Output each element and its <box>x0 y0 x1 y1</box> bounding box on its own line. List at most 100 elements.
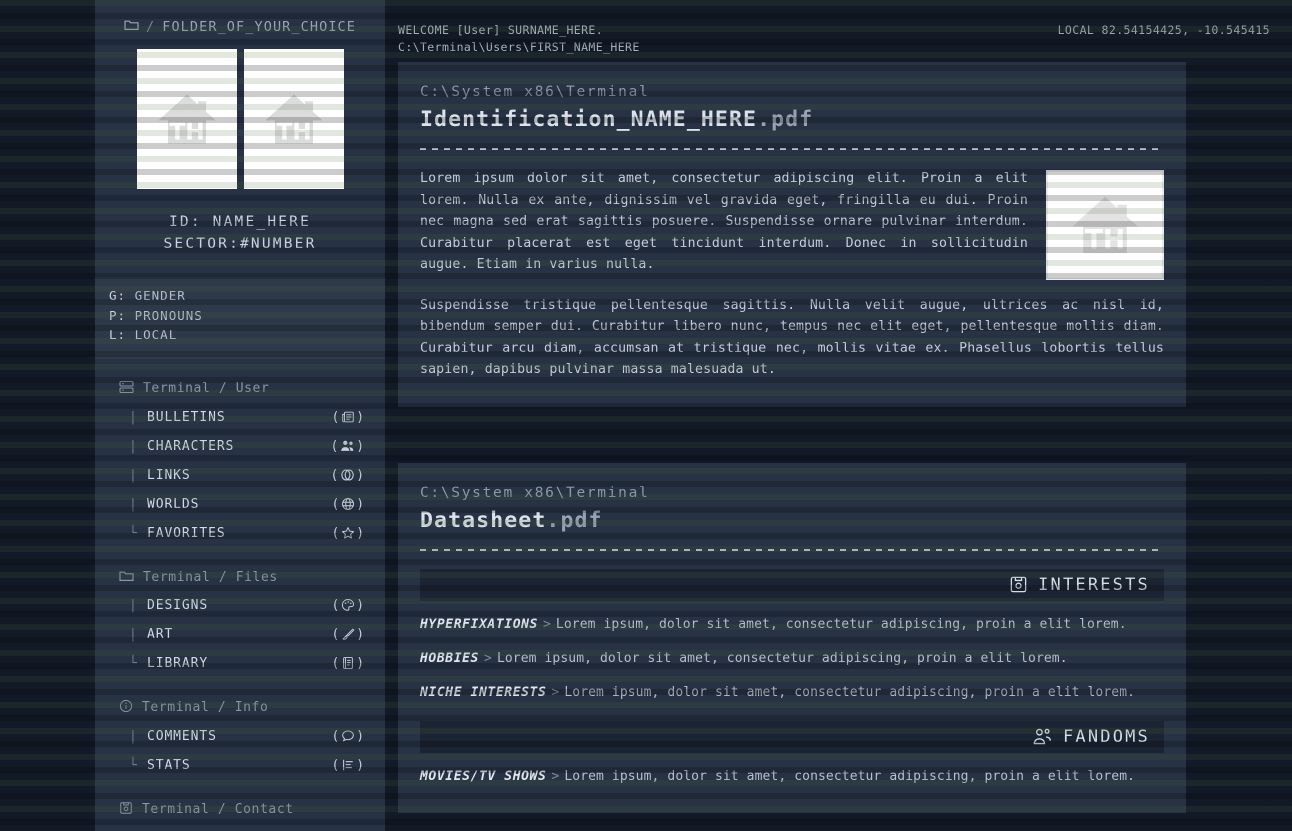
field-value: Lorem ipsum, dolor sit amet, consectetur… <box>564 768 1136 784</box>
tree-tick: └ <box>129 525 138 541</box>
avatar-row: TH TH <box>95 49 385 189</box>
floppy-icon <box>1009 575 1028 594</box>
sidebar-item-art[interactable]: | ART () <box>95 620 385 649</box>
nav-group-title: Terminal / Info <box>142 700 269 715</box>
server-icon <box>119 380 134 398</box>
sidebar-item-worlds[interactable]: | WORLDS () <box>95 490 385 519</box>
card-path: C:\System x86\Terminal <box>420 484 650 501</box>
nav-group-contact: Terminal / Contact | MESSAGE () | SUBSCR… <box>95 796 385 831</box>
document-thumbnail[interactable]: TH <box>1046 170 1164 280</box>
meta-block: G: GENDER P: PRONOUNS L: LOCAL <box>95 277 385 359</box>
paragraph: Suspendisse tristique pellentesque sagit… <box>420 297 1164 378</box>
field-key: MOVIES/TV SHOWS <box>420 768 547 784</box>
card-title: Datasheet.pdf <box>420 508 1164 533</box>
svg-text:TH: TH <box>1085 224 1125 255</box>
avatar[interactable]: TH <box>136 49 237 189</box>
card-title-name: Identification_NAME_HERE <box>420 107 758 132</box>
meta-row: L: LOCAL <box>109 325 385 345</box>
local-coordinates: LOCAL 82.54154425, -10.545415 <box>1057 23 1270 37</box>
sidebar-item-comments[interactable]: | COMMENTS () <box>95 722 385 751</box>
comment-icon: () <box>331 728 365 744</box>
tree-tick: | <box>129 438 138 454</box>
card-identification: C:\System x86\Terminal Identification_NA… <box>398 62 1186 407</box>
folder-icon <box>119 569 134 586</box>
card-datasheet: C:\System x86\Terminal Datasheet.pdf INT… <box>398 462 1186 813</box>
field-sep: > <box>551 684 560 700</box>
star-icon: () <box>331 525 365 541</box>
user-path: C:\Terminal\Users\FIRST_NAME_HERE <box>398 40 640 54</box>
house-th-icon: TH <box>157 94 216 145</box>
meta-value: PRONOUNS <box>134 307 203 323</box>
sidebar-item-stats[interactable]: └ STATS () <box>95 751 385 780</box>
sidebar-item-label: FAVORITES <box>147 525 226 541</box>
tree-tick: | <box>129 467 138 483</box>
tree-tick: | <box>129 626 138 642</box>
info-icon <box>119 699 133 717</box>
field-sep: > <box>484 650 492 666</box>
field-sep: > <box>542 616 551 632</box>
tree-tick: └ <box>129 655 138 671</box>
sidebar-item-bulletins[interactable]: | BULLETINS () <box>95 403 385 432</box>
field-value: Lorem ipsum, dolor sit amet, consectetur… <box>496 650 1068 666</box>
tree-tick: └ <box>129 757 138 773</box>
tree-tick: | <box>129 496 138 512</box>
sidebar-item-message[interactable]: | MESSAGE () <box>95 824 385 831</box>
field-row: NICHE INTERESTS > Lorem ipsum, dolor sit a… <box>420 682 1164 703</box>
field-value: Lorem ipsum, dolor sit amet, consectetur… <box>564 684 1136 700</box>
card-title-ext: .pdf <box>757 107 814 132</box>
house-th-icon: TH <box>264 94 323 145</box>
tree-tick: | <box>129 409 138 425</box>
meta-value: GENDER <box>134 288 186 303</box>
tree-tick: | <box>129 597 138 613</box>
sidebar-item-favorites[interactable]: └ FAVORITES () <box>95 519 385 548</box>
sidebar-item-label: COMMENTS <box>147 728 217 744</box>
book-icon: () <box>331 655 365 671</box>
palette-icon: () <box>331 597 365 613</box>
house-th-icon: TH <box>1072 196 1138 255</box>
sidebar-item-label: ART <box>147 626 174 642</box>
sidebar-item-label: DESIGNS <box>147 597 209 613</box>
breadcrumb[interactable]: / FOLDER_OF_YOUR_CHOICE <box>95 18 385 35</box>
sidebar: / FOLDER_OF_YOUR_CHOICE TH TH ID: NAME_H… <box>95 0 385 831</box>
field-row: HYPERFIXATIONS > Lorem ipsum, dolor sit am… <box>420 614 1164 635</box>
identity-id: ID: NAME_HERE <box>168 214 312 230</box>
meta-key: L: <box>109 327 127 342</box>
field-sep: > <box>551 768 560 784</box>
section-header-fandoms: FANDOMS <box>420 720 1164 753</box>
sidebar-item-characters[interactable]: | CHARACTERS () <box>95 432 385 461</box>
field-value: Lorem ipsum, dolor sit amet, consectetur… <box>555 616 1127 632</box>
floppy-icon <box>119 801 133 819</box>
tree-tick: | <box>129 728 138 744</box>
card-path: C:\System x86\Terminal <box>420 84 650 100</box>
field-row: HOBBIES > Lorem ipsum, dolor sit amet, con… <box>420 648 1164 669</box>
card-title-name: Datasheet <box>420 507 547 533</box>
sidebar-item-label: STATS <box>147 757 191 773</box>
sidebar-item-label: MESSAGE <box>147 827 332 831</box>
nav-group-user: Terminal / User | BULLETINS () | CHARACT… <box>95 375 385 548</box>
card-spacer <box>385 407 1292 463</box>
sidebar-item-library[interactable]: └ LIBRARY () <box>95 649 385 678</box>
section-label: INTERESTS <box>1038 574 1150 595</box>
sidebar-item-label: LIBRARY <box>147 655 209 671</box>
envelope-icon: () <box>332 827 365 831</box>
card-title-ext: .pdf <box>546 507 603 533</box>
brush-icon: () <box>331 626 365 642</box>
sidebar-item-links[interactable]: | LINKS () <box>95 461 385 490</box>
sidebar-item-label: CHARACTERS <box>147 438 235 454</box>
nav-group-header: Terminal / Contact <box>95 796 385 824</box>
section-label: FANDOMS <box>1062 726 1150 747</box>
news-icon: () <box>331 409 365 425</box>
breadcrumb-slash: / <box>145 18 156 35</box>
nav-group-header: Terminal / Files <box>95 564 385 591</box>
divider <box>420 148 1164 150</box>
nav-group-title: Terminal / Files <box>143 569 278 585</box>
folder-icon <box>124 18 139 35</box>
left-rail <box>0 0 95 831</box>
chart-icon: () <box>331 757 365 773</box>
avatar[interactable]: TH <box>243 49 344 189</box>
nav-group-title: Terminal / User <box>143 381 270 396</box>
breadcrumb-label: FOLDER_OF_YOUR_CHOICE <box>162 18 356 35</box>
sidebar-item-designs[interactable]: | DESIGNS () <box>95 591 385 620</box>
field-key: NICHE INTERESTS <box>420 684 547 700</box>
sidebar-item-label: WORLDS <box>147 496 200 512</box>
